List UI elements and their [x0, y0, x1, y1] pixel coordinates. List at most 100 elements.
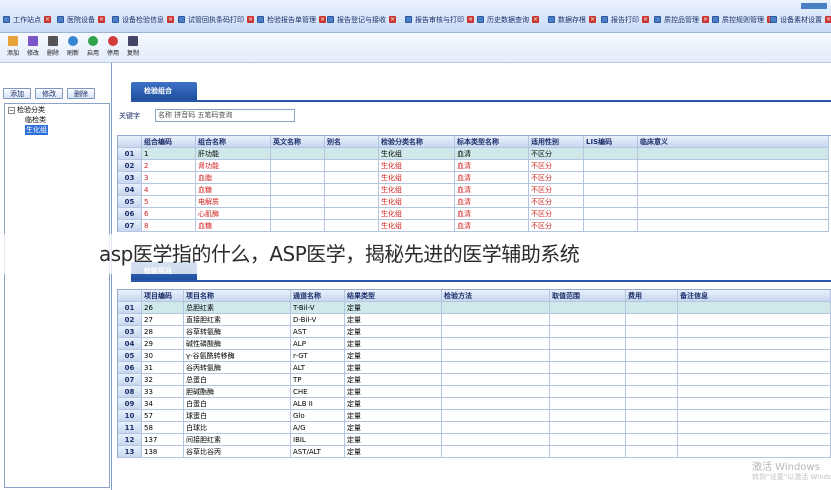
module-tab[interactable]: 工作站点 × [3, 13, 51, 26]
module-tab[interactable]: 数据存根 × [548, 13, 596, 26]
module-tab[interactable]: 质控规则管理× [712, 13, 774, 26]
table-row[interactable]: 11 58 白球比 A/G 定量 [118, 422, 831, 434]
table-row[interactable]: 04 4 血糖 生化组 血清 不区分 [118, 184, 831, 196]
column-header[interactable]: 项目名称 [184, 290, 291, 302]
column-header[interactable]: 备注信息 [678, 290, 831, 302]
column-header[interactable]: 别名 [325, 136, 379, 148]
tree-item-shenghua[interactable]: 生化组 [7, 125, 107, 135]
close-icon[interactable]: × [44, 16, 51, 23]
category-add-button[interactable]: 添加 [3, 88, 31, 99]
row-number-header [118, 290, 142, 302]
close-icon[interactable]: × [532, 16, 539, 23]
table-cell [626, 314, 678, 326]
close-icon[interactable]: × [167, 16, 174, 23]
module-tab[interactable]: 试管回执条码打印 × [178, 13, 254, 26]
table-row[interactable]: 01 26 总胆红素 T-Bil-V 定量 [118, 302, 831, 314]
category-delete-button[interactable]: 删除 [67, 88, 95, 99]
row-number: 09 [118, 398, 142, 410]
close-icon[interactable]: × [319, 16, 326, 23]
column-header[interactable]: 检验方法 [442, 290, 550, 302]
table-row[interactable]: 03 28 谷草转氨酶 AST 定量 [118, 326, 831, 338]
module-icon [257, 16, 264, 23]
toolbar-button-enable[interactable]: 启用 [84, 36, 102, 60]
module-tab[interactable]: 质控品管理 × [654, 13, 709, 26]
table-row[interactable]: 09 34 白蛋白 ALB II 定量 [118, 398, 831, 410]
tree-item-linjian[interactable]: 临检类 [7, 115, 107, 125]
collapse-icon[interactable]: − [8, 106, 15, 114]
table-row[interactable]: 03 3 血脂 生化组 血清 不区分 [118, 172, 831, 184]
table-row[interactable]: 01 1 肝功能 生化组 血清 不区分 [118, 148, 831, 160]
table-cell: 谷草比谷丙 [184, 446, 291, 458]
toolbar-button-refresh[interactable]: 刷新 [64, 36, 82, 60]
table-row[interactable]: 02 2 肾功能 生化组 血清 不区分 [118, 160, 831, 172]
close-icon[interactable]: × [98, 16, 105, 23]
table-cell: 32 [142, 374, 184, 386]
table-row[interactable]: 06 31 谷丙转氨酶 ALT 定量 [118, 362, 831, 374]
column-header[interactable]: 临床意义 [638, 136, 829, 148]
close-icon[interactable]: × [247, 16, 254, 23]
module-tab[interactable]: 历史数据查询 × [477, 13, 539, 26]
close-icon[interactable]: × [642, 16, 649, 23]
window-controls[interactable] [801, 3, 827, 9]
table-row[interactable]: 05 30 γ-谷氨酰转移酶 r-GT 定量 [118, 350, 831, 362]
module-tab-label: 设备素材设置 [780, 15, 822, 24]
close-icon[interactable]: × [702, 16, 709, 23]
column-header[interactable]: 适用性别 [529, 136, 584, 148]
column-header[interactable]: 取值范围 [550, 290, 626, 302]
keyword-search-input[interactable]: 名称 拼音码 五笔码查询 [155, 109, 295, 122]
toolbar-button-edit[interactable]: 修改 [24, 36, 42, 60]
column-header[interactable]: 组合编码 [142, 136, 196, 148]
column-header[interactable]: 结果类型 [345, 290, 442, 302]
column-header[interactable]: 通道名称 [291, 290, 345, 302]
table-cell [626, 446, 678, 458]
toolbar-button-add[interactable]: 添加 [4, 36, 22, 60]
section-tab-combos[interactable]: 检验组合 [131, 82, 197, 100]
table-row[interactable]: 13 138 谷草比谷丙 AST/ALT 定量 [118, 446, 831, 458]
toolbar-button-disable[interactable]: 停用 [104, 36, 122, 60]
table-cell [678, 374, 831, 386]
table-cell [271, 160, 325, 172]
table-cell: CHE [291, 386, 345, 398]
column-header[interactable]: LIS编码 [584, 136, 638, 148]
table-cell [325, 148, 379, 160]
category-edit-button[interactable]: 修改 [35, 88, 63, 99]
module-tab[interactable]: 报告审核与打印 × [405, 13, 474, 26]
table-row[interactable]: 06 6 心肌酶 生化组 血清 不区分 [118, 208, 831, 220]
copy-icon [128, 36, 138, 46]
table-row[interactable]: 10 57 球蛋白 Glo 定量 [118, 410, 831, 422]
close-icon[interactable]: × [389, 16, 396, 23]
table-row[interactable]: 08 33 胆碱酯酶 CHE 定量 [118, 386, 831, 398]
column-header[interactable]: 英文名称 [271, 136, 325, 148]
module-icon [548, 16, 555, 23]
table-row[interactable]: 12 137 间接胆红素 IBIL 定量 [118, 434, 831, 446]
table-cell: D-Bil-V [291, 314, 345, 326]
table-cell: 生化组 [379, 172, 455, 184]
table-row[interactable]: 05 5 电解质 生化组 血清 不区分 [118, 196, 831, 208]
module-tab[interactable]: 检验报告单管理 × [257, 13, 326, 26]
module-tab[interactable]: 医院设备 × [57, 13, 105, 26]
column-header[interactable]: 组合名称 [196, 136, 271, 148]
close-icon[interactable]: × [589, 16, 596, 23]
module-tab[interactable]: 报告登记与接收 × [327, 13, 396, 26]
table-cell: TP [291, 374, 345, 386]
column-header[interactable]: 项目编码 [142, 290, 184, 302]
module-tab[interactable]: 设备素材设置 × [770, 13, 831, 26]
tree-root[interactable]: − 检验分类 [7, 105, 107, 115]
toolbar-button-delete[interactable]: 删除 [44, 36, 62, 60]
column-header[interactable]: 费用 [626, 290, 678, 302]
table-row[interactable]: 07 32 总蛋白 TP 定量 [118, 374, 831, 386]
module-tab[interactable]: 报告打印 × [601, 13, 649, 26]
module-tab[interactable]: 设备检验信息 × [112, 13, 174, 26]
table-cell: ALP [291, 338, 345, 350]
table-row[interactable]: 04 29 碱性磷酸酶 ALP 定量 [118, 338, 831, 350]
toolbar-button-copy[interactable]: 复制 [124, 36, 142, 60]
column-header[interactable]: 标本类型名称 [455, 136, 529, 148]
table-cell [678, 386, 831, 398]
refresh-icon [68, 36, 78, 46]
table-row[interactable]: 02 27 直接胆红素 D-Bil-V 定量 [118, 314, 831, 326]
column-header[interactable]: 检验分类名称 [379, 136, 455, 148]
close-icon[interactable]: × [825, 16, 831, 23]
table-cell: 定量 [345, 374, 442, 386]
table-row[interactable]: 07 8 血糖 生化组 血清 不区分 [118, 220, 831, 232]
close-icon[interactable]: × [467, 16, 474, 23]
